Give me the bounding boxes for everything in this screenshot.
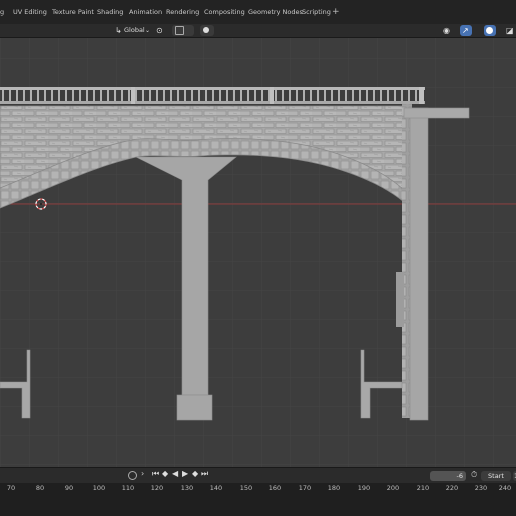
gizmo-icon: ↗	[462, 26, 469, 35]
tab-layout-partial[interactable]: g	[0, 0, 4, 24]
record-icon[interactable]	[128, 471, 137, 480]
frame-tick: 190	[357, 484, 371, 492]
3d-viewport[interactable]	[0, 38, 516, 467]
proportional-icon	[203, 27, 209, 33]
frame-tick: 160	[268, 484, 282, 492]
tab-animation[interactable]: Animation	[129, 0, 162, 24]
frame-tick: 230	[474, 484, 488, 492]
add-workspace-button[interactable]: +	[332, 0, 340, 24]
jump-start-icon[interactable]: ⏮	[152, 469, 159, 479]
overlay-icon	[486, 27, 493, 34]
frame-tick: 150	[239, 484, 253, 492]
frame-tick: 80	[35, 484, 45, 492]
play-reverse-icon[interactable]: ◀	[172, 469, 178, 478]
abutment-column	[409, 107, 429, 421]
start-frame-field[interactable]: Start	[481, 471, 511, 481]
frame-tick: 220	[445, 484, 459, 492]
abutment-cap	[403, 107, 470, 119]
keying-chevron-icon[interactable]: ›	[141, 469, 144, 478]
tab-shading[interactable]: Shading	[97, 0, 123, 24]
frame-tick: 130	[180, 484, 194, 492]
overlay-button[interactable]	[484, 25, 496, 36]
tab-geometry-nodes[interactable]: Geometry Nodes	[248, 0, 303, 24]
xray-icon[interactable]: ◪	[506, 25, 514, 36]
frame-tick: 110	[121, 484, 135, 492]
tab-compositing[interactable]: Compositing	[204, 0, 245, 24]
frame-tick: 170	[298, 484, 312, 492]
bridge-railing	[0, 87, 425, 104]
tab-texture-paint[interactable]: Texture Paint	[52, 0, 94, 24]
frame-tick: 140	[209, 484, 223, 492]
next-keyframe-icon[interactable]: ◆	[192, 469, 198, 478]
frame-tick: 180	[327, 484, 341, 492]
chevron-down-icon[interactable]: ⌄	[145, 25, 150, 36]
frame-tick: 240	[498, 484, 512, 492]
workspace-tabbar: g UV Editing Texture Paint Shading Anima…	[0, 0, 516, 24]
timeline-body[interactable]: 70 80 90 100 110 120 130 140 150 160 170…	[0, 483, 516, 516]
tab-rendering[interactable]: Rendering	[166, 0, 199, 24]
pier-footing	[176, 394, 213, 421]
tab-scripting[interactable]: Scripting	[302, 0, 331, 24]
play-icon[interactable]: ▶	[182, 469, 188, 478]
stopwatch-icon[interactable]: ⏱	[471, 470, 477, 480]
jump-end-icon[interactable]: ⏭	[201, 469, 208, 479]
gizmo-button[interactable]: ↗	[460, 25, 472, 36]
prev-keyframe-icon[interactable]: ◆	[162, 469, 168, 478]
transform-orientation-dropdown[interactable]: Global	[124, 25, 145, 36]
visibility-icon[interactable]: ◉	[443, 25, 450, 36]
frame-tick: 120	[150, 484, 164, 492]
snap-button[interactable]	[172, 25, 194, 36]
abutment-buttress	[396, 272, 404, 327]
snap-icon	[175, 26, 184, 35]
viewport-canvas	[0, 38, 516, 467]
frame-tick: 70	[6, 484, 16, 492]
frame-tick: 200	[386, 484, 400, 492]
pivot-icon[interactable]: ⊙	[156, 25, 163, 36]
frame-tick: 210	[416, 484, 430, 492]
transform-orientation-icon: ↳	[115, 26, 122, 35]
proportional-button[interactable]	[200, 25, 214, 36]
frame-tick: 100	[92, 484, 106, 492]
tab-uv-editing[interactable]: UV Editing	[13, 0, 47, 24]
frame-tick: 90	[64, 484, 74, 492]
current-frame-field[interactable]: -6	[430, 471, 466, 481]
viewport-header: ↳ Global ⌄ ⊙ ◉ ↗ ◪	[0, 24, 516, 38]
timeline-header: › ⏮ ◆ ◀ ▶ ◆ ⏭ -6 ⏱ Start 1	[0, 467, 516, 484]
